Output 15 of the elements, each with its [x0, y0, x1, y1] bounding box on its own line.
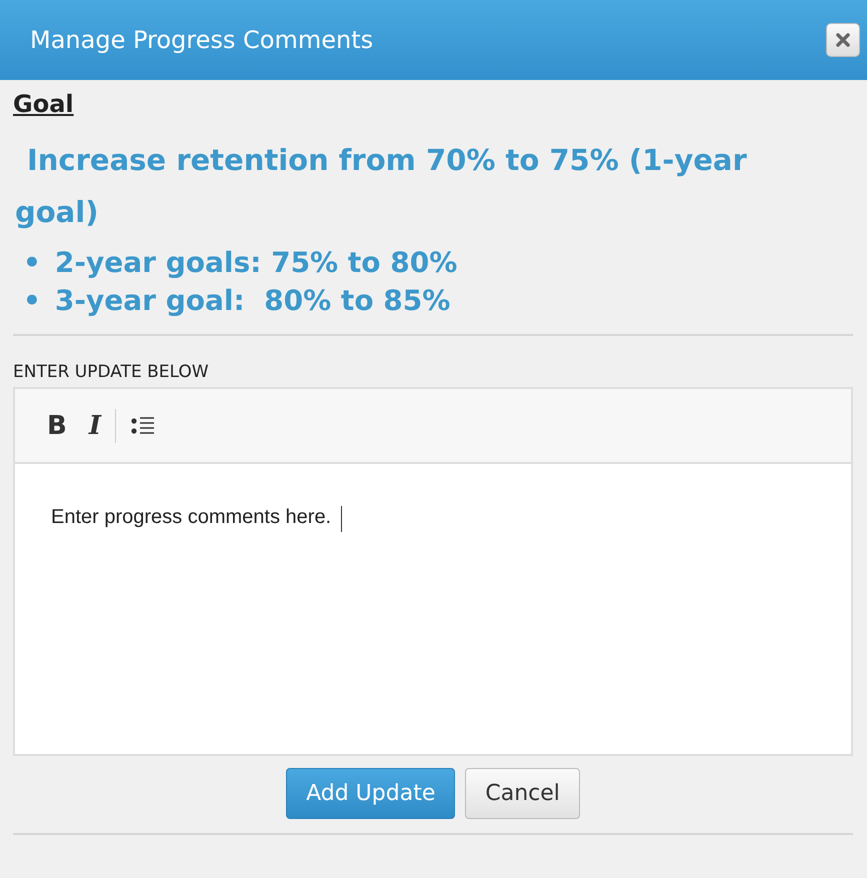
editor-label: ENTER UPDATE BELOW: [13, 362, 210, 382]
window-title: Manage Progress Comments: [30, 26, 374, 54]
bullet-list-icon: [130, 414, 156, 436]
goal-text: Increase retention from 70% to 75% (1-year goal): [15, 142, 748, 231]
goal-bullet: 2-year goals: 75% to 80%: [54, 245, 458, 281]
close-button[interactable]: [826, 23, 860, 57]
input-field[interactable]: Enter progress comments here.: [15, 464, 851, 754]
close-icon: [835, 32, 851, 48]
italic-button[interactable]: I: [80, 406, 109, 444]
bold-button[interactable]: B: [39, 406, 75, 444]
bullet-marker: •: [23, 284, 41, 318]
goal-heading: Goal: [13, 90, 74, 118]
cancel-button[interactable]: Cancel: [465, 768, 580, 819]
bullet-marker: •: [23, 246, 41, 280]
goal-bullet: 3-year goal: 80% to 85%: [54, 283, 450, 319]
